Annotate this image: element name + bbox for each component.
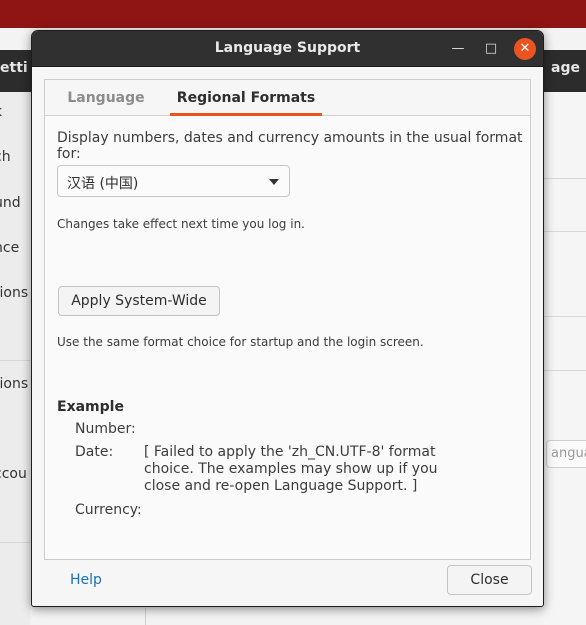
settings-panel-title: age [551,60,580,76]
maximize-icon[interactable]: □ [480,38,502,60]
sidebar-item[interactable]: tions [0,376,28,392]
settings-sidebar [0,92,30,625]
settings-header-title: etti [0,60,28,76]
example-currency-label: Currency: [75,502,142,518]
sidebar-item[interactable]: ch [0,149,11,165]
content-divider [544,370,586,371]
chevron-down-icon [269,179,279,185]
example-number-label: Number: [75,421,136,437]
login-note: Changes take effect next time you log in… [57,217,305,231]
close-icon[interactable]: ✕ [514,38,536,60]
tab-language[interactable]: Language [59,80,153,116]
close-button[interactable]: Close [447,565,532,595]
settings-input-field[interactable]: anguag [546,440,586,468]
sidebar-item[interactable]: und [0,195,21,211]
example-date-value: [ Failed to apply the 'zh_CN.UTF-8' form… [144,444,438,494]
content-divider [544,231,586,232]
example-heading: Example [57,399,124,415]
help-link[interactable]: Help [70,572,102,588]
startup-note: Use the same format choice for startup a… [57,335,424,349]
dialog-titlebar[interactable]: Language Support — □ ✕ [32,31,543,67]
content-divider [544,178,586,179]
content-divider [544,316,586,317]
content-divider [145,608,146,625]
sidebar-item[interactable]: nce [0,240,19,256]
sidebar-item[interactable]: tions [0,285,28,301]
example-date-label: Date: [75,444,114,460]
format-select-value: 汉语 (中国) [67,176,139,192]
sidebar-separator [0,542,30,543]
tab-bar: Language Regional Formats [45,80,530,116]
minimize-icon[interactable]: — [447,38,469,60]
sidebar-item[interactable]: ccou [0,466,27,482]
sidebar-item[interactable]: k [0,104,2,120]
language-support-dialog: Language Support — □ ✕ Language Regional… [31,30,544,607]
format-description: Display numbers, dates and currency amou… [57,130,523,162]
apply-system-wide-button[interactable]: Apply System-Wide [58,286,220,316]
sidebar-separator [0,360,30,361]
desktop-top-bar [0,0,586,28]
format-select[interactable]: 汉语 (中国) [57,165,290,197]
tab-panel: Language Regional Formats Display number… [44,79,531,560]
tab-regional-formats[interactable]: Regional Formats [170,80,322,116]
settings-content-panel [544,92,586,625]
